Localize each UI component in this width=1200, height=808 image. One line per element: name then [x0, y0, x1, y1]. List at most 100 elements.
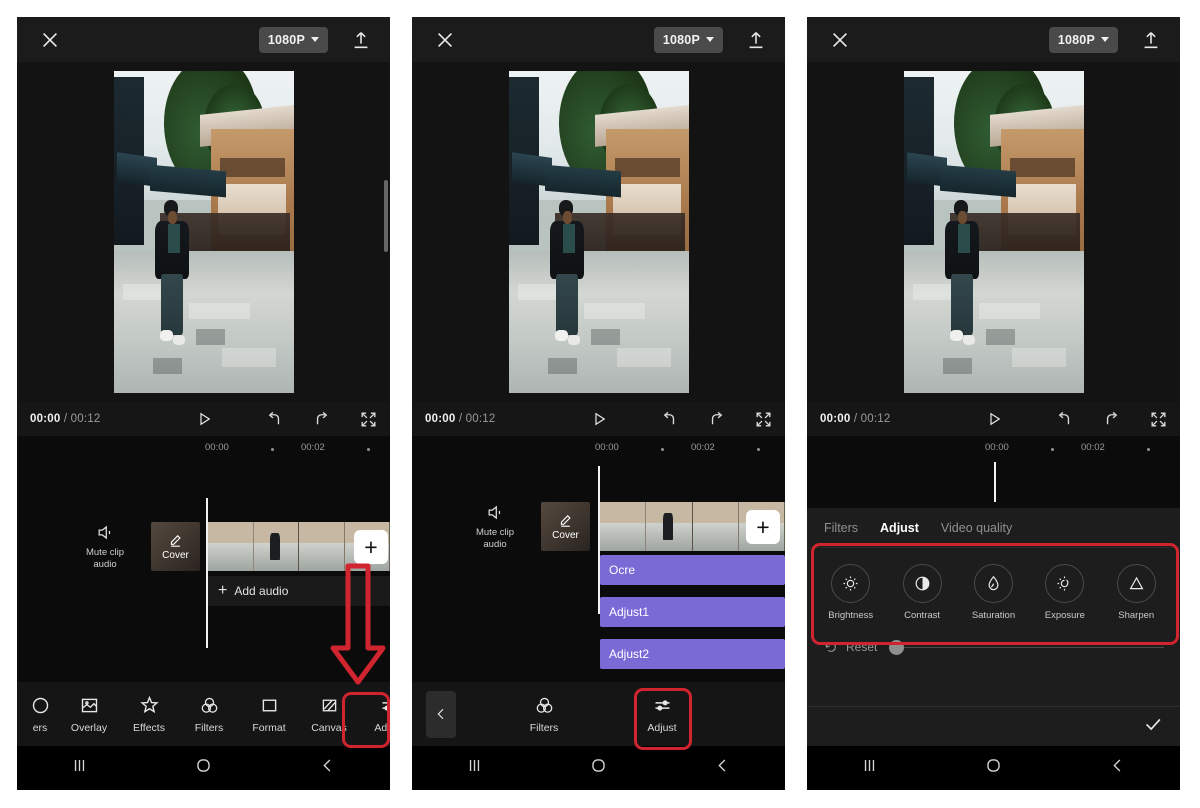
resolution-label: 1080P: [1057, 32, 1095, 47]
toolbar-back-button[interactable]: [426, 690, 456, 738]
play-icon[interactable]: [195, 410, 213, 428]
mute-label-line1: Mute clip: [475, 526, 514, 538]
export-icon[interactable]: [1140, 29, 1162, 51]
mute-clip-audio-button[interactable]: Mute clip audio: [79, 523, 131, 571]
playhead[interactable]: [994, 462, 996, 502]
play-icon[interactable]: [985, 410, 1003, 428]
track-label: Adjust1: [609, 605, 650, 619]
tool-filters[interactable]: Filters: [514, 695, 574, 734]
bottom-toolbar-1: ers Overlay Effects Filters Format Canva…: [17, 682, 390, 746]
tool-canvas[interactable]: Canvas: [299, 695, 359, 734]
mute-label-line2: audio: [483, 538, 507, 550]
sheet-footer: [807, 706, 1180, 746]
export-icon[interactable]: [745, 29, 767, 51]
tool-label: Adjust: [647, 721, 677, 734]
playhead[interactable]: [206, 498, 208, 648]
tab-filters[interactable]: Filters: [824, 521, 858, 535]
adjust-sharpen[interactable]: Sharpen: [1105, 564, 1167, 621]
mute-clip-audio-button[interactable]: Mute clip audio: [469, 503, 521, 551]
tool-filters[interactable]: Filters: [179, 695, 239, 734]
home-circle-icon[interactable]: [589, 756, 608, 780]
resolution-button[interactable]: 1080P: [258, 26, 328, 53]
redo-icon[interactable]: [312, 410, 331, 429]
adjust-slider[interactable]: [887, 637, 1164, 657]
add-audio-button[interactable]: + Add audio: [208, 576, 390, 606]
tab-adjust[interactable]: Adjust: [880, 521, 919, 535]
playback-time: 00:00 / 00:12: [425, 413, 496, 425]
timeline-3[interactable]: 00:00 00:02: [807, 436, 1180, 508]
fullscreen-icon[interactable]: [1149, 410, 1168, 429]
video-preview[interactable]: [807, 62, 1180, 402]
nav-back-icon[interactable]: [713, 756, 732, 780]
video-preview[interactable]: [412, 62, 785, 402]
fullscreen-icon[interactable]: [754, 410, 773, 429]
adjust-panel: Filters Adjust Video quality Brightness …: [807, 508, 1180, 746]
add-clip-button[interactable]: +: [354, 530, 388, 564]
playback-time: 00:00 / 00:12: [30, 413, 101, 425]
adjust-brightness[interactable]: Brightness: [820, 564, 882, 621]
adjust-saturation[interactable]: Saturation: [962, 564, 1024, 621]
close-icon[interactable]: [829, 29, 851, 51]
recents-icon[interactable]: [465, 756, 484, 780]
tool-stickers[interactable]: ers: [21, 695, 59, 734]
home-circle-icon[interactable]: [984, 756, 1003, 780]
android-nav-bar: [17, 746, 390, 790]
resolution-button[interactable]: 1080P: [1048, 26, 1118, 53]
tool-label: Canvas: [311, 721, 347, 734]
timeline-ruler: 00:00 00:02: [17, 436, 390, 462]
resolution-label: 1080P: [662, 32, 700, 47]
resolution-button[interactable]: 1080P: [653, 26, 723, 53]
close-icon[interactable]: [434, 29, 456, 51]
recents-icon[interactable]: [860, 756, 879, 780]
home-circle-icon[interactable]: [194, 756, 213, 780]
top-bar: 1080P: [807, 17, 1180, 62]
tool-overlay[interactable]: Overlay: [59, 695, 119, 734]
undo-icon[interactable]: [660, 410, 679, 429]
phone-screenshot-1: 1080P 00:00 / 00:12 00:00 00:02 Mute cli…: [17, 17, 390, 790]
adjust-track-ocre[interactable]: Ocre: [600, 555, 785, 585]
adjust-contrast[interactable]: Contrast: [891, 564, 953, 621]
timeline-ruler: 00:00 00:02: [412, 436, 785, 462]
player-controls: 00:00 / 00:12: [807, 402, 1180, 436]
preview-scrollbar[interactable]: [384, 180, 388, 252]
tool-effects[interactable]: Effects: [119, 695, 179, 734]
adjust-track-adjust2[interactable]: Adjust2: [600, 639, 785, 669]
tool-format[interactable]: Format: [239, 695, 299, 734]
undo-icon[interactable]: [1055, 410, 1074, 429]
redo-icon[interactable]: [1102, 410, 1121, 429]
recents-icon[interactable]: [70, 756, 89, 780]
timeline-2[interactable]: 00:00 00:02 Mute clip audio Cover + Ocre…: [412, 436, 785, 682]
screenshot-stage: 1080P 00:00 / 00:12 00:00 00:02 Mute cli…: [0, 0, 1200, 808]
adjust-label: Brightness: [828, 610, 874, 621]
chevron-down-icon: [706, 37, 714, 42]
check-icon[interactable]: [1142, 713, 1164, 740]
export-icon[interactable]: [350, 29, 372, 51]
tool-label: Filters: [194, 721, 224, 734]
nav-back-icon[interactable]: [1108, 756, 1127, 780]
video-preview[interactable]: [17, 62, 390, 402]
nav-back-icon[interactable]: [318, 756, 337, 780]
redo-icon[interactable]: [707, 410, 726, 429]
tool-adjust[interactable]: Adjust: [632, 695, 692, 734]
chevron-down-icon: [311, 37, 319, 42]
reset-button[interactable]: Reset: [823, 639, 877, 655]
cover-button[interactable]: Cover: [541, 502, 590, 551]
slider-knob[interactable]: [889, 639, 905, 655]
close-icon[interactable]: [39, 29, 61, 51]
fullscreen-icon[interactable]: [359, 410, 378, 429]
adjust-track-adjust1[interactable]: Adjust1: [600, 597, 785, 627]
mute-label-line2: audio: [93, 558, 117, 570]
play-icon[interactable]: [590, 410, 608, 428]
adjust-label: Sharpen: [1118, 610, 1155, 621]
cover-button[interactable]: Cover: [151, 522, 200, 571]
timeline-1[interactable]: 00:00 00:02 Mute clip audio Cover + + Ad…: [17, 436, 390, 682]
add-clip-button[interactable]: +: [746, 510, 780, 544]
adjust-label: Contrast: [904, 610, 941, 621]
tab-video-quality[interactable]: Video quality: [941, 521, 1012, 535]
undo-icon[interactable]: [265, 410, 284, 429]
cover-label: Cover: [552, 529, 579, 541]
tool-adjust[interactable]: Adjust: [359, 695, 390, 734]
adjust-exposure[interactable]: Exposure: [1034, 564, 1096, 621]
track-label: Adjust2: [609, 647, 650, 661]
tool-label: Overlay: [70, 721, 108, 734]
